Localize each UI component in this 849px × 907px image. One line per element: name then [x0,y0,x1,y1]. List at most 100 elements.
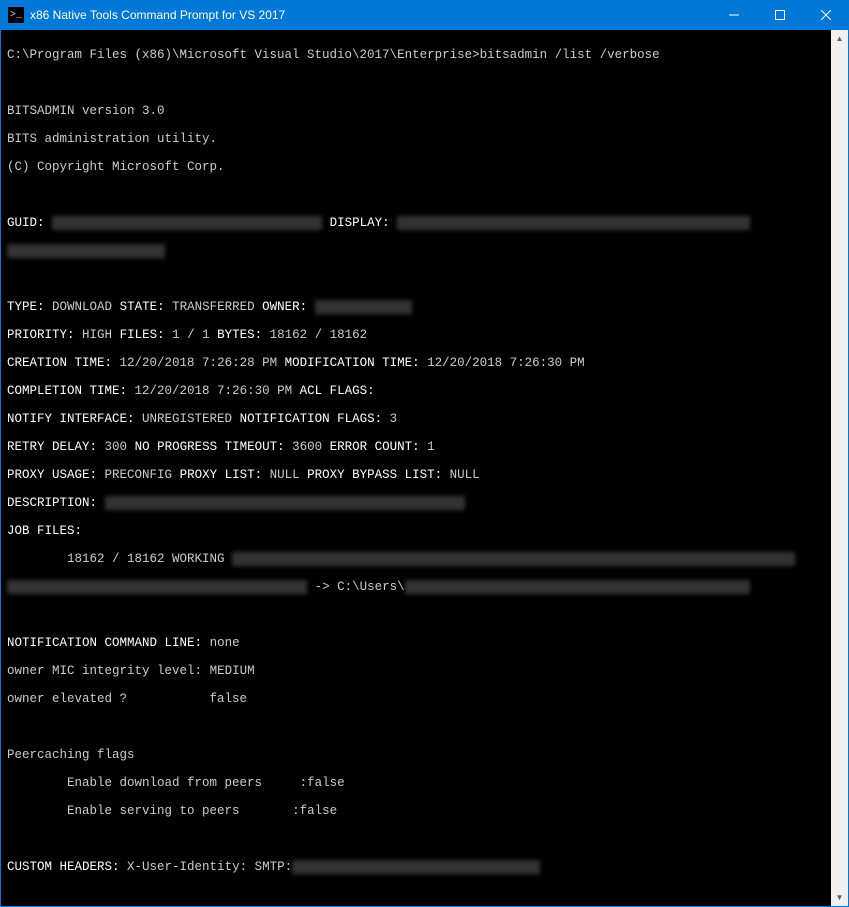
retry-line: RETRY DELAY: 300 NO PROGRESS TIMEOUT: 36… [7,440,825,454]
type-value: DOWNLOAD [52,300,112,314]
completion-label: COMPLETION TIME: [7,384,127,398]
errcount-label: ERROR COUNT: [330,440,420,454]
description-line: DESCRIPTION: Xxxxxxxxx Xxxxxxx Xxxxxxx X… [7,496,825,510]
jobfile-row: 18162 / 18162 WORKING xxxxx://xxxxxxx.xx… [7,552,825,566]
proxy-line: PROXY USAGE: PRECONFIG PROXY LIST: NULL … [7,468,825,482]
peercache-sv-label: Enable serving to peers [67,804,240,818]
mic-value: MEDIUM [210,664,255,678]
scroll-up-button[interactable]: ▲ [831,30,848,47]
display-value2: xxXXxxxXXXxXXXxXXXXxx [7,244,165,258]
type-label: TYPE: [7,300,45,314]
custom-hdr-key: X-User-Identity: SMTP: [127,860,292,874]
smtp-value: xxxxxxxxxxxxxxxxxxxxx@xxxxxxx.xxx [292,860,540,874]
priority-label: PRIORITY: [7,328,75,342]
titlebar[interactable]: >_ x86 Native Tools Command Prompt for V… [0,0,849,30]
close-button[interactable] [803,0,849,30]
owner-value: XXXXXXXxxxxxX [315,300,413,314]
blank [7,720,825,734]
scrollbar[interactable]: ▲ ▼ [831,30,848,906]
jobfiles-line: JOB FILES: [7,524,825,538]
notif-cmd-label: NOTIFICATION COMMAND LINE: [7,636,202,650]
display-label: DISPLAY: [330,216,390,230]
window: >_ x86 Native Tools Command Prompt for V… [0,0,849,527]
banner-1: BITSADMIN version 3.0 [7,104,825,118]
blank [7,188,825,202]
notify-flags-label: NOTIFICATION FLAGS: [240,412,383,426]
modification-value: 12/20/2018 7:26:30 PM [427,356,585,370]
window-controls [711,0,849,30]
peercache-sv-value: :false [292,804,337,818]
retry-label: RETRY DELAY: [7,440,97,454]
peercache-hdr: Peercaching flags [7,748,825,762]
blank [7,272,825,286]
notify-line: NOTIFY INTERFACE: UNREGISTERED NOTIFICAT… [7,412,825,426]
blank [7,832,825,846]
jobfile-dest: xxxxXXXxxXxxxXxxxxx/Xxxxxxxxx/Xx/xxxxXxx… [405,580,750,594]
description-value: Xxxxxxxxx Xxxxxxx Xxxxxxx Xxxxxxx Xxxx X… [105,496,465,510]
peercache-dl-line: Enable download from peers :false [7,776,825,790]
scroll-down-button[interactable]: ▼ [831,889,848,906]
proxy-bypass-label: PROXY BYPASS LIST: [307,468,442,482]
owner-label: OWNER: [262,300,307,314]
scrollbar-track[interactable] [831,47,848,889]
state-value: TRANSFERRED [172,300,255,314]
state-label: STATE: [120,300,165,314]
errcount-value: 1 [427,440,435,454]
creation-label: CREATION TIME: [7,356,112,370]
elevated-value: false [210,692,248,706]
minimize-button[interactable] [711,0,757,30]
notify-iface-label: NOTIFY INTERFACE: [7,412,135,426]
terminal[interactable]: C:\Program Files (x86)\Microsoft Visual … [1,30,831,906]
completion-line: COMPLETION TIME: 12/20/2018 7:26:30 PM A… [7,384,825,398]
notify-iface-value: UNREGISTERED [142,412,232,426]
cmd-icon: >_ [8,7,24,23]
notif-cmd-line: NOTIFICATION COMMAND LINE: none [7,636,825,650]
completion-value: 12/20/2018 7:26:30 PM [135,384,293,398]
jobfile-bytes: 18162 / 18162 WORKING [67,552,225,566]
guid-value: XXXXXXXX-XXXX-XXXX-XXXX-XXXXXXXXXXXX [52,216,322,230]
jobfile-row2: xXXxx-xxxX-XxXX-XXXX-XXXXXXXXXXXX/xx.xxX… [7,580,825,594]
aclflags-label: ACL FLAGS: [300,384,375,398]
peercache-sv-line: Enable serving to peers :false [7,804,825,818]
mic-line: owner MIC integrity level: MEDIUM [7,664,825,678]
jobfile-arrow: -> C:\Users\ [307,580,405,594]
proxy-usage-label: PROXY USAGE: [7,468,97,482]
notif-cmd-value: none [210,636,240,650]
elevated-line: owner elevated ? false [7,692,825,706]
guid-label: GUID: [7,216,45,230]
priority-line: PRIORITY: HIGH FILES: 1 / 1 BYTES: 18162… [7,328,825,342]
bytes-value: 18162 / 18162 [270,328,368,342]
files-label: FILES: [120,328,165,342]
display-value: Xxxxxxxxx Xxxxxxx Xxxxxxx Xxxxxxx Xxxx x… [397,216,750,230]
custom-hdr-line: CUSTOM HEADERS: X-User-Identity: SMTP:xx… [7,860,825,874]
noprogress-label: NO PROGRESS TIMEOUT: [135,440,285,454]
prompt-path: C:\Program Files (x86)\Microsoft Visual … [7,48,480,62]
banner-3: (C) Copyright Microsoft Corp. [7,160,825,174]
retry-value: 300 [105,440,128,454]
command-text: bitsadmin /list /verbose [480,48,660,62]
maximize-button[interactable] [757,0,803,30]
bytes-label: BYTES: [217,328,262,342]
creation-value: 12/20/2018 7:26:28 PM [120,356,278,370]
blank [7,76,825,90]
banner-2: BITS administration utility. [7,132,825,146]
proxy-usage-value: PRECONFIG [105,468,173,482]
creation-line: CREATION TIME: 12/20/2018 7:26:28 PM MOD… [7,356,825,370]
jobfile-url2: xXXxx-xxxX-XxXX-XXXX-XXXXXXXXXXXX/xx.xxX [7,580,307,594]
peercache-dl-value: :false [300,776,345,790]
type-line: TYPE: DOWNLOAD STATE: TRANSFERRED OWNER:… [7,300,825,314]
terminal-wrap: C:\Program Files (x86)\Microsoft Visual … [0,30,849,907]
modification-label: MODIFICATION TIME: [285,356,420,370]
mic-label: owner MIC integrity level: [7,664,202,678]
priority-value: HIGH [82,328,112,342]
files-value: 1 / 1 [172,328,210,342]
jobfiles-label: JOB FILES: [7,524,82,538]
guid-line: GUID: XXXXXXXX-XXXX-XXXX-XXXX-XXXXXXXXXX… [7,216,825,230]
noprogress-value: 3600 [292,440,322,454]
proxy-bypass-value: NULL [450,468,480,482]
blank [7,608,825,622]
proxy-list-value: NULL [270,468,300,482]
jobfile-url: xxxxx://xxxxxxx.xxxxxxxxx.xxx/XXX/xXXXXX… [232,552,795,566]
elevated-label: owner elevated ? [7,692,127,706]
notify-flags-value: 3 [390,412,398,426]
